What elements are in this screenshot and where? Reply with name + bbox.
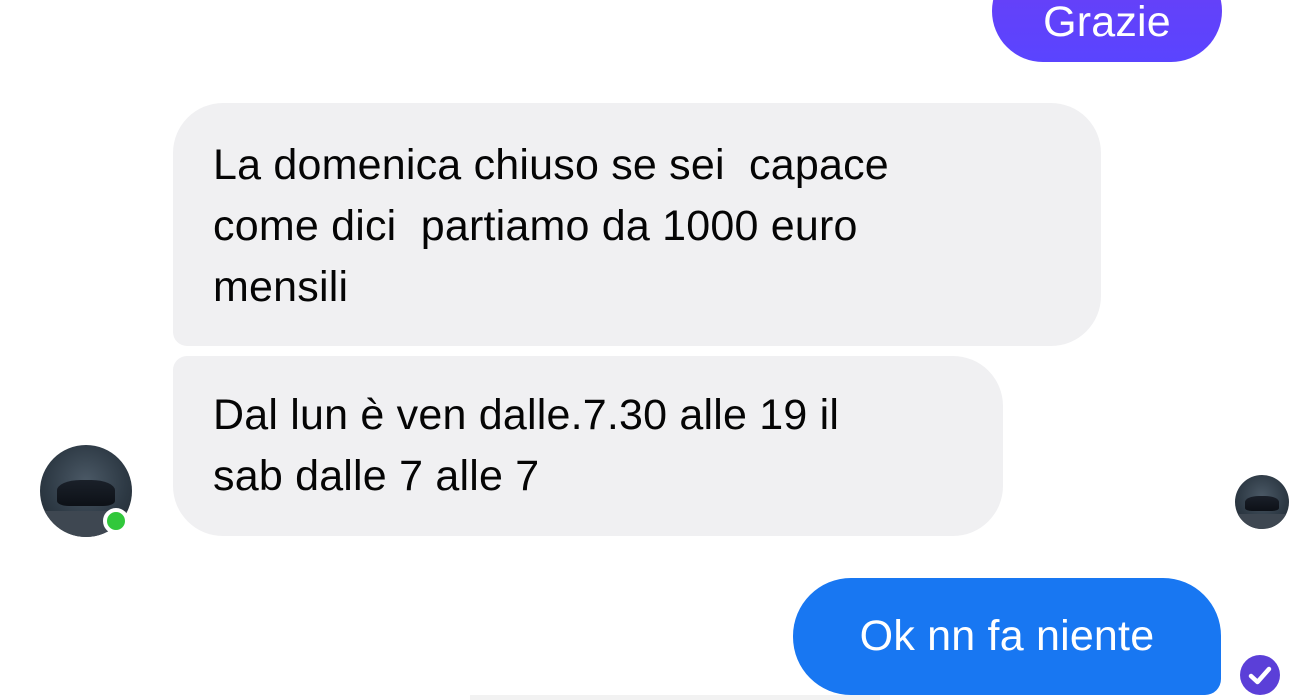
online-status-icon (103, 508, 129, 534)
chat-thread: Grazie La domenica chiuso se sei capace … (0, 0, 1300, 700)
message-text: Grazie (1043, 0, 1171, 46)
read-receipt-avatar (1235, 475, 1289, 529)
incoming-message[interactable]: La domenica chiuso se sei capace come di… (173, 103, 1101, 346)
next-message-edge (470, 695, 880, 700)
message-text: Ok nn fa niente (859, 612, 1155, 660)
car-shape (1244, 495, 1280, 511)
outgoing-message[interactable]: Grazie (992, 0, 1222, 62)
car-avatar-icon (1235, 513, 1289, 529)
outgoing-message[interactable]: Ok nn fa niente (793, 578, 1221, 695)
message-text: Dal lun è ven dalle.7.30 alle 19 il sab … (213, 391, 840, 500)
car-shape (56, 479, 116, 506)
check-circle-icon (1240, 655, 1280, 695)
incoming-message[interactable]: Dal lun è ven dalle.7.30 alle 19 il sab … (173, 356, 1003, 536)
message-text: La domenica chiuso se sei capace come di… (213, 141, 889, 311)
